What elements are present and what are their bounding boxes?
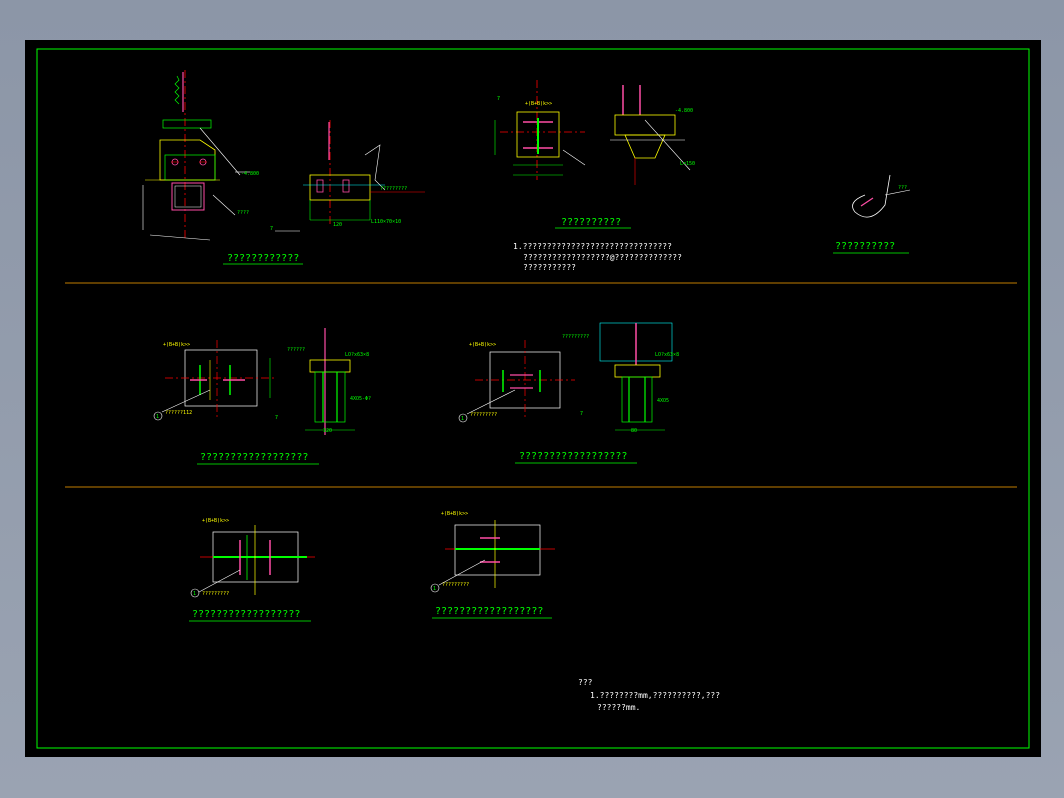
spec-d4-2: 4XO5-Φ?	[350, 396, 371, 402]
detail-2-title: ??????????	[561, 217, 621, 228]
drawing-canvas: -4.800 ???? L110×70×10 ????????? 120 7 ?…	[25, 40, 1041, 757]
section-marker-2: 7	[497, 96, 500, 102]
spec-d5-2: 4XO5	[657, 398, 669, 404]
spec-d5-1: LO?x63×8	[655, 352, 679, 358]
detail-4-joint: +(B+B)k>> 1 ??????112 7 LO?x63×8 4XO5-Φ?…	[153, 328, 371, 465]
spec-d4-1: LO?x63×8	[345, 352, 369, 358]
general-notes-line-1: 1.????????mm,??????????,???	[590, 691, 720, 700]
detail-7-splice: +(B+B)k>> 1 ????????? ??????????????????	[430, 511, 555, 619]
circle-marker-d4: 1	[156, 414, 159, 420]
detail-5-tag: ?????????	[470, 412, 497, 418]
detail-1-tag: ????	[237, 210, 249, 216]
detail-2-note-3: ???????????	[523, 263, 576, 272]
detail-5-tag-f: ?????????	[562, 334, 589, 340]
detail-3-tag: ???	[898, 185, 907, 191]
axis-label-d6: +(B+B)k>>	[202, 518, 229, 524]
axis-label-d2: +(B+B)k>>	[525, 101, 552, 107]
detail-6-title: ??????????????????	[192, 609, 300, 620]
dim-label-d4: 120	[323, 428, 332, 434]
plate-spec-1: L110×70×10	[371, 219, 401, 225]
detail-2-beam-connection: +(B+B)k>> 7 -4.800 L=150 ?????????? 1.??…	[494, 80, 695, 272]
detail-1-title: ????????????	[227, 253, 299, 264]
detail-1-tag-c: ?????????	[380, 186, 407, 192]
dim-label-d5: 80	[631, 428, 637, 434]
detail-2-note-2: ??????????????????@??????????????	[523, 253, 682, 262]
drawing-border	[36, 48, 1030, 749]
detail-5-joint: +(B+B)k>> 1 ????????? 7 ????????? LO?x63…	[458, 322, 679, 464]
detail-2-note-1: 1.???????????????????????????????	[513, 242, 672, 251]
general-notes: ??? 1.????????mm,??????????,??? ??????mm…	[578, 678, 720, 712]
axis-label-d4: +(B+B)k>>	[163, 342, 190, 348]
detail-7-tag: ?????????	[442, 582, 469, 588]
general-notes-heading: ???	[578, 678, 593, 687]
elevation-label-2: -4.800	[675, 108, 693, 114]
general-notes-line-2: ??????mm.	[597, 703, 640, 712]
detail-7-title: ??????????????????	[435, 606, 543, 617]
detail-1-column-base: -4.800 ???? L110×70×10 ????????? 120 7 ?…	[142, 70, 425, 265]
elevation-label-1: -4.800	[241, 171, 259, 177]
section-marker-5: 7	[580, 411, 583, 417]
axis-label-d7: +(B+B)k>>	[441, 511, 468, 517]
detail-3-title: ??????????	[835, 241, 895, 252]
circle-marker-d7: 1	[433, 586, 436, 592]
axis-label-d5: +(B+B)k>>	[469, 342, 496, 348]
detail-6-tag: ?????????	[202, 591, 229, 597]
circle-marker-d5: 1	[461, 416, 464, 422]
circle-marker-d6: 1	[193, 591, 196, 597]
detail-5-title: ??????????????????	[519, 451, 627, 462]
detail-4-title: ??????????????????	[200, 452, 308, 463]
detail-6-splice: +(B+B)k>> 1 ????????? ??????????????????	[189, 518, 315, 622]
cad-drawing: -4.800 ???? L110×70×10 ????????? 120 7 ?…	[36, 48, 1030, 749]
dim-label-a: 120	[333, 222, 342, 228]
section-marker-4: 7	[275, 415, 278, 421]
detail-4-tag: ??????112	[165, 410, 192, 416]
plate-spec-2: L=150	[680, 161, 695, 167]
section-marker-1: 7	[270, 226, 273, 232]
detail-4-tag-b: ??????	[287, 347, 305, 353]
detail-3-hook: ??? ??????????	[833, 174, 911, 254]
